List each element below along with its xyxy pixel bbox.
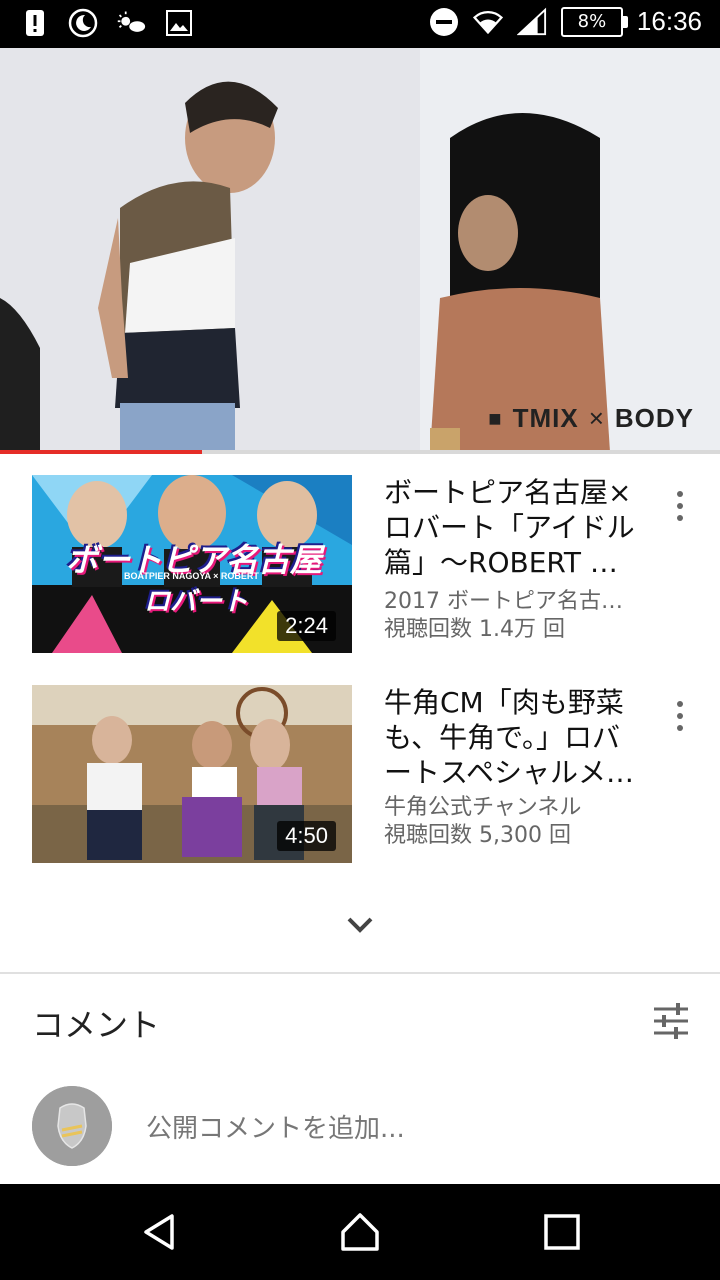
expand-more-icon[interactable] [340,910,380,940]
image-icon [164,8,194,38]
progress-fill [0,450,202,454]
related-video-2[interactable]: 4:50 牛角CM「肉も野菜も、牛角で。」ロバートスペシャルメ… 牛角公式チャン… [32,685,692,863]
watermark: ■ TMIX × BODY [488,403,694,434]
clock: 16:36 [636,6,702,36]
video-frame [0,48,720,452]
tshirt-icon: ■ [488,405,503,431]
comments-header: コメント [32,1006,161,1044]
related-video-1[interactable]: ボートピア名古屋 BOATPIER NAGOYA × ROBERT ロバート 2… [32,475,692,653]
video-title[interactable]: ボートピア名古屋×ロバート「アイドル篇」〜ROBERT … [384,475,639,580]
back-icon[interactable] [140,1212,180,1252]
watermark-x: × [588,403,605,433]
weather-icon [116,8,146,38]
watermark-right: BODY [614,403,694,433]
battery-icon: 8% [560,6,628,37]
avatar [32,1086,112,1166]
watermark-left: TMIX [512,403,579,433]
section-divider [0,972,720,974]
more-options-icon[interactable] [668,491,692,521]
more-options-icon[interactable] [668,701,692,731]
video-thumbnail[interactable]: 4:50 [32,685,352,863]
do-not-disturb-icon [429,7,459,37]
progress-bar[interactable] [0,450,720,454]
alert-icon [20,8,50,38]
status-bar: 8% 16:36 [0,0,720,48]
night-mode-icon [68,8,98,38]
add-comment-input[interactable]: 公開コメントを追加... [146,1108,405,1145]
video-thumbnail[interactable]: ボートピア名古屋 BOATPIER NAGOYA × ROBERT ロバート 2… [32,475,352,653]
video-player[interactable]: ■ TMIX × BODY [0,48,720,452]
recents-icon[interactable] [542,1212,582,1252]
video-title[interactable]: 牛角CM「肉も野菜も、牛角で。」ロバートスペシャルメ… [384,685,639,790]
thumb-caption-bottom: ロバート [144,587,249,617]
video-views: 視聴回数 1.4万 回 [384,617,565,642]
signal-icon [516,7,547,37]
sort-comments-icon[interactable] [652,1002,690,1040]
battery-level: 8% [577,11,607,32]
navigation-bar [0,1184,720,1280]
video-views: 視聴回数 5,300 回 [384,823,571,848]
wifi-icon [472,7,503,37]
video-duration: 2:24 [277,611,336,641]
thumb-caption-sub: BOATPIER NAGOYA × ROBERT [124,571,259,581]
home-icon[interactable] [340,1212,380,1252]
video-duration: 4:50 [277,821,336,851]
